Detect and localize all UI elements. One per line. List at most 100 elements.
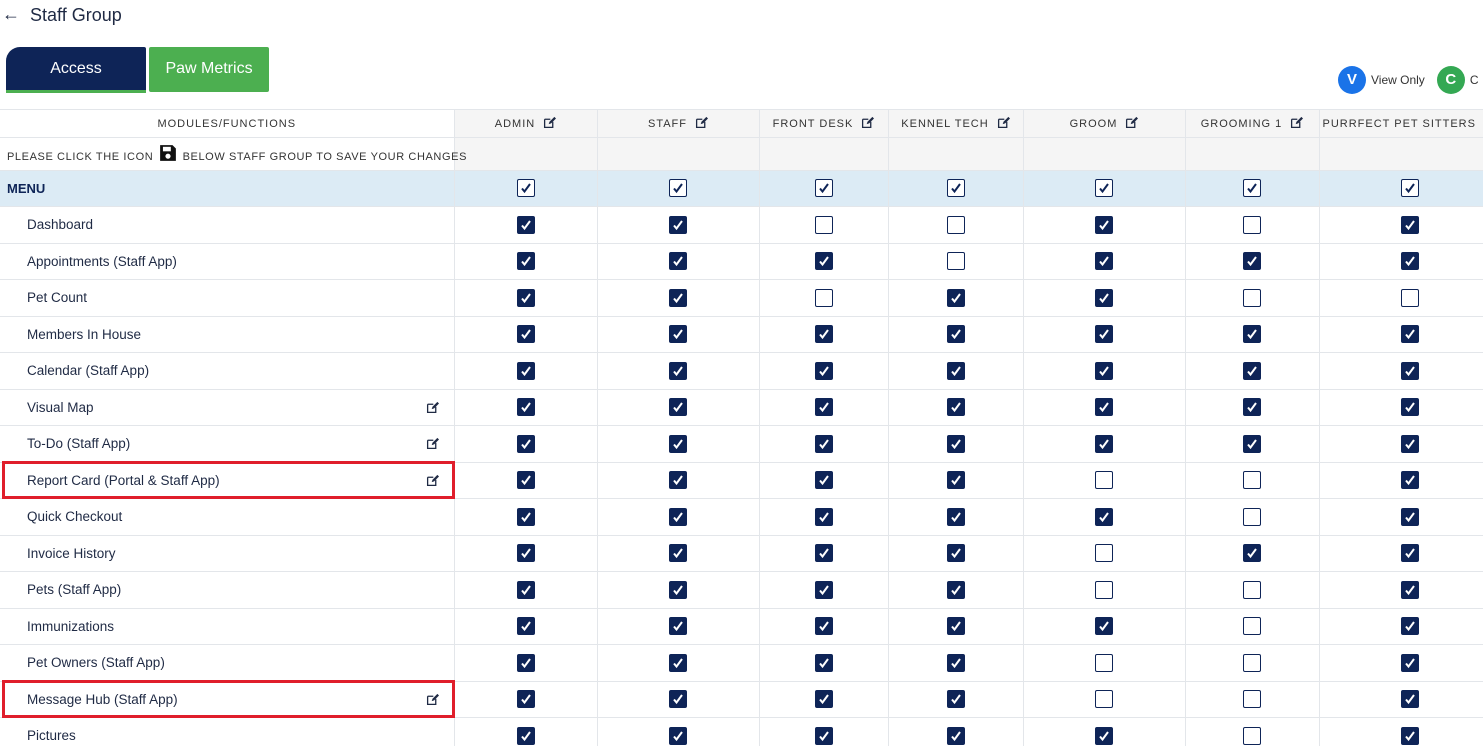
checkbox-checked[interactable]	[516, 325, 535, 344]
checkbox-checked[interactable]	[1243, 325, 1261, 344]
checkbox-checked[interactable]	[669, 653, 687, 672]
checkbox-unchecked[interactable]	[1243, 580, 1261, 599]
checkbox-checked[interactable]	[1243, 544, 1261, 563]
checkbox-unchecked[interactable]	[1095, 471, 1113, 490]
checkbox-unchecked[interactable]	[1095, 544, 1113, 563]
checkbox-checked[interactable]	[669, 252, 687, 271]
checkbox-checked[interactable]	[946, 653, 965, 672]
checkbox-checked[interactable]	[1095, 434, 1113, 453]
checkbox-checked[interactable]	[946, 398, 965, 417]
checkbox-checked[interactable]	[1400, 617, 1419, 636]
checkbox-checked[interactable]	[946, 690, 965, 709]
edit-icon[interactable]	[426, 693, 439, 709]
checkbox-checked[interactable]	[814, 325, 833, 344]
checkbox-unchecked[interactable]	[1243, 215, 1261, 234]
checkbox-checked[interactable]	[669, 726, 687, 745]
edit-icon[interactable]	[1125, 116, 1139, 132]
checkbox-unchecked[interactable]	[1243, 690, 1261, 709]
edit-icon[interactable]	[426, 474, 439, 490]
checkbox-checked[interactable]	[1400, 434, 1419, 453]
checkbox-checked[interactable]	[1400, 398, 1419, 417]
checkbox-checked[interactable]	[946, 507, 965, 526]
checkbox-checked[interactable]	[946, 325, 965, 344]
checkbox-checked[interactable]	[516, 507, 535, 526]
checkbox-checked[interactable]	[516, 580, 535, 599]
checkbox-checked[interactable]	[946, 361, 965, 380]
checkbox-checked[interactable]	[946, 179, 965, 198]
checkbox-checked[interactable]	[814, 580, 833, 599]
checkbox-checked[interactable]	[1095, 288, 1113, 307]
edit-icon[interactable]	[695, 116, 708, 132]
checkbox-checked[interactable]	[1243, 434, 1261, 453]
checkbox-checked[interactable]	[516, 726, 535, 745]
checkbox-unchecked[interactable]	[1243, 617, 1261, 636]
checkbox-checked[interactable]	[669, 398, 687, 417]
checkbox-checked[interactable]	[814, 690, 833, 709]
checkbox-checked[interactable]	[669, 215, 687, 234]
checkbox-checked[interactable]	[516, 434, 535, 453]
checkbox-checked[interactable]	[814, 398, 833, 417]
checkbox-checked[interactable]	[669, 288, 687, 307]
checkbox-checked[interactable]	[516, 544, 535, 563]
checkbox-checked[interactable]	[1095, 507, 1113, 526]
checkbox-checked[interactable]	[1243, 252, 1261, 271]
checkbox-checked[interactable]	[814, 471, 833, 490]
checkbox-checked[interactable]	[946, 544, 965, 563]
checkbox-checked[interactable]	[516, 288, 535, 307]
checkbox-unchecked[interactable]	[946, 252, 965, 271]
checkbox-checked[interactable]	[1400, 471, 1419, 490]
checkbox-checked[interactable]	[516, 653, 535, 672]
checkbox-checked[interactable]	[1095, 617, 1113, 636]
checkbox-unchecked[interactable]	[1243, 507, 1261, 526]
checkbox-checked[interactable]	[1243, 179, 1261, 198]
checkbox-checked[interactable]	[946, 617, 965, 636]
checkbox-checked[interactable]	[1095, 325, 1113, 344]
checkbox-checked[interactable]	[1400, 361, 1419, 380]
checkbox-checked[interactable]	[516, 361, 535, 380]
checkbox-checked[interactable]	[669, 471, 687, 490]
checkbox-checked[interactable]	[1400, 325, 1419, 344]
checkbox-unchecked[interactable]	[1400, 288, 1419, 307]
tab-paw-metrics[interactable]: Paw Metrics	[149, 47, 269, 92]
checkbox-checked[interactable]	[814, 653, 833, 672]
checkbox-checked[interactable]	[814, 179, 833, 198]
checkbox-checked[interactable]	[516, 398, 535, 417]
checkbox-checked[interactable]	[669, 690, 687, 709]
checkbox-unchecked[interactable]	[1243, 471, 1261, 490]
checkbox-checked[interactable]	[516, 471, 535, 490]
checkbox-unchecked[interactable]	[814, 288, 833, 307]
checkbox-checked[interactable]	[1400, 507, 1419, 526]
edit-icon[interactable]	[997, 116, 1010, 132]
checkbox-checked[interactable]	[1095, 252, 1113, 271]
checkbox-checked[interactable]	[1400, 653, 1419, 672]
checkbox-checked[interactable]	[1243, 398, 1261, 417]
checkbox-checked[interactable]	[814, 252, 833, 271]
checkbox-checked[interactable]	[1095, 179, 1113, 198]
checkbox-checked[interactable]	[669, 325, 687, 344]
checkbox-checked[interactable]	[669, 507, 687, 526]
checkbox-checked[interactable]	[516, 617, 535, 636]
checkbox-checked[interactable]	[516, 215, 535, 234]
edit-icon[interactable]	[861, 116, 875, 132]
checkbox-checked[interactable]	[814, 617, 833, 636]
checkbox-checked[interactable]	[814, 726, 833, 745]
checkbox-checked[interactable]	[814, 434, 833, 453]
edit-icon[interactable]	[426, 401, 439, 417]
checkbox-checked[interactable]	[1400, 215, 1419, 234]
checkbox-unchecked[interactable]	[1095, 653, 1113, 672]
checkbox-unchecked[interactable]	[814, 215, 833, 234]
checkbox-checked[interactable]	[669, 617, 687, 636]
checkbox-checked[interactable]	[669, 434, 687, 453]
edit-icon[interactable]	[426, 437, 439, 453]
checkbox-unchecked[interactable]	[1243, 726, 1261, 745]
checkbox-checked[interactable]	[814, 507, 833, 526]
checkbox-checked[interactable]	[946, 434, 965, 453]
checkbox-unchecked[interactable]	[1243, 653, 1261, 672]
checkbox-checked[interactable]	[669, 361, 687, 380]
checkbox-checked[interactable]	[814, 361, 833, 380]
edit-icon[interactable]	[543, 116, 557, 132]
checkbox-unchecked[interactable]	[946, 215, 965, 234]
checkbox-checked[interactable]	[669, 580, 687, 599]
checkbox-unchecked[interactable]	[1243, 288, 1261, 307]
checkbox-checked[interactable]	[814, 544, 833, 563]
